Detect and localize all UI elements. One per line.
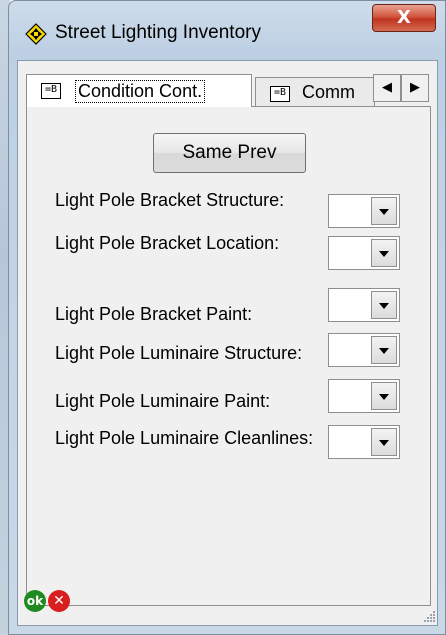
combo-luminaire-cleanlines[interactable] [328, 425, 400, 459]
resize-grip-icon[interactable] [422, 609, 436, 623]
field-label-luminaire-structure: Light Pole Luminaire Structure: [55, 343, 303, 363]
chevron-down-icon[interactable] [371, 239, 397, 267]
combo-bracket-paint[interactable] [328, 288, 400, 322]
field-label-bracket-structure: Light Pole Bracket Structure: [55, 190, 285, 210]
tab-scroll-arrows: ◀ ▶ [373, 74, 429, 102]
field-label-bracket-paint: Light Pole Bracket Paint: [55, 304, 253, 324]
tab-comments[interactable]: =B Comm [255, 77, 375, 107]
arrow-left-icon: ◀ [382, 80, 392, 95]
field-label-luminaire-cleanlines: Light Pole Luminaire Cleanlines: [55, 428, 314, 448]
title-bar[interactable]: Street Lighting Inventory X [9, 0, 446, 60]
form-icon: =B [270, 86, 290, 102]
chevron-down-icon[interactable] [371, 291, 397, 319]
arrow-right-icon: ▶ [410, 80, 420, 95]
field-label-bracket-location: Light Pole Bracket Location: [55, 233, 280, 253]
dialog-body: =B Condition Cont. =B Comm ◀ ▶ Same Prev… [17, 60, 438, 626]
combo-bracket-structure[interactable] [328, 194, 400, 228]
field-label-luminaire-paint: Light Pole Luminaire Paint: [55, 391, 271, 411]
chevron-down-icon[interactable] [371, 336, 397, 364]
tab-label: Condition Cont. [75, 80, 206, 103]
ok-icon[interactable]: ok [24, 590, 46, 612]
close-icon: X [397, 7, 411, 28]
combo-luminaire-paint[interactable] [328, 379, 400, 413]
combo-luminaire-structure[interactable] [328, 333, 400, 367]
chevron-down-icon[interactable] [371, 197, 397, 225]
tab-scroll-left-button[interactable]: ◀ [373, 74, 401, 102]
diamond-arrows-icon [25, 23, 47, 45]
form-icon: =B [41, 83, 61, 99]
chevron-down-icon[interactable] [371, 382, 397, 410]
window-title: Street Lighting Inventory [55, 22, 261, 43]
combo-bracket-location[interactable] [328, 236, 400, 270]
chevron-down-icon[interactable] [371, 428, 397, 456]
tab-label: Comm [302, 82, 355, 102]
cancel-icon[interactable]: ✕ [48, 590, 70, 612]
tab-condition-cont[interactable]: =B Condition Cont. [26, 74, 252, 107]
close-button[interactable]: X [372, 4, 436, 32]
app-window: Street Lighting Inventory X =B Condition… [0, 0, 446, 635]
tab-scroll-right-button[interactable]: ▶ [401, 74, 429, 102]
tab-strip: =B Condition Cont. =B Comm ◀ ▶ [26, 74, 431, 107]
same-prev-button[interactable]: Same Prev [153, 133, 306, 173]
